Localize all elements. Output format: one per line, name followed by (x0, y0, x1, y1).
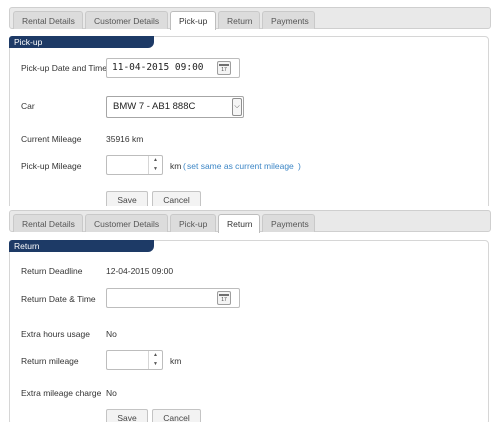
calendar-day-text: 17 (221, 297, 227, 303)
cancel-button[interactable]: Cancel (152, 191, 201, 206)
spin-down-icon[interactable]: ▼ (149, 360, 162, 369)
cancel-button[interactable]: Cancel (152, 409, 201, 422)
open-paren: ( (183, 161, 186, 171)
car-selected-value: BMW 7 - AB1 888C (113, 101, 196, 112)
spin-up-icon[interactable]: ▲ (149, 156, 162, 165)
tab-return[interactable]: Return (218, 11, 260, 29)
tab-return[interactable]: Return (218, 214, 260, 233)
return-deadline-label: Return Deadline (21, 266, 83, 276)
set-same-as-current-link[interactable]: set same as current mileage (187, 161, 294, 171)
car-label: Car (21, 101, 35, 111)
return-mileage-stepper[interactable]: ▲ ▼ (106, 350, 163, 370)
tab-bar: Rental Details Customer Details Pick-up … (9, 7, 491, 30)
extra-hours-label: Extra hours usage (21, 329, 90, 339)
tab-pickup[interactable]: Pick-up (170, 214, 216, 232)
stepper-buttons: ▲ ▼ (148, 351, 162, 369)
tab-rental-details[interactable]: Rental Details (13, 214, 83, 232)
stepper-buttons: ▲ ▼ (148, 156, 162, 174)
spin-up-icon[interactable]: ▲ (149, 351, 162, 360)
section-title: Pick-up (9, 36, 154, 48)
save-button[interactable]: Save (106, 409, 148, 422)
tab-pickup[interactable]: Pick-up (170, 11, 216, 30)
spin-down-icon[interactable]: ▼ (149, 165, 162, 174)
tab-customer-details[interactable]: Customer Details (85, 11, 168, 29)
calendar-icon[interactable]: 17 (217, 61, 231, 75)
tab-payments[interactable]: Payments (262, 11, 315, 29)
current-mileage-label: Current Mileage (21, 134, 82, 144)
tab-bar: Rental Details Customer Details Pick-up … (9, 210, 491, 233)
pickup-panel: Rental Details Customer Details Pick-up … (0, 0, 500, 206)
return-form: Return Return Deadline 12-04-2015 09:00 … (9, 240, 489, 422)
return-datetime-label: Return Date & Time (21, 294, 96, 304)
pickup-mileage-stepper[interactable]: ▲ ▼ (106, 155, 163, 175)
return-deadline-value: 12-04-2015 09:00 (106, 266, 174, 276)
tab-rental-details[interactable]: Rental Details (13, 11, 83, 29)
return-panel: Rental Details Customer Details Pick-up … (0, 206, 500, 422)
chevron-down-icon[interactable]: ⌵ (232, 98, 242, 116)
extra-hours-value: No (106, 329, 117, 339)
tab-customer-details[interactable]: Customer Details (85, 214, 168, 232)
pickup-datetime-label: Pick-up Date and Time (21, 63, 107, 73)
save-button[interactable]: Save (106, 191, 148, 206)
current-mileage-value: 35916 km (106, 134, 144, 144)
calendar-icon[interactable]: 17 (217, 291, 231, 305)
section-title: Return (9, 240, 154, 252)
pickup-form: Pick-up Pick-up Date and Time 11-04-2015… (9, 36, 489, 206)
return-mileage-unit: km (170, 356, 182, 366)
calendar-day-text: 17 (221, 67, 227, 73)
return-mileage-label: Return mileage (21, 356, 79, 366)
extra-mileage-charge-label: Extra mileage charge (21, 388, 102, 398)
pickup-mileage-unit: km (170, 161, 182, 171)
close-paren: ) (298, 161, 301, 171)
car-select[interactable]: BMW 7 - AB1 888C ⌵ (106, 96, 244, 118)
extra-mileage-charge-value: No (106, 388, 117, 398)
pickup-mileage-label: Pick-up Mileage (21, 161, 82, 171)
tab-payments[interactable]: Payments (262, 214, 315, 232)
